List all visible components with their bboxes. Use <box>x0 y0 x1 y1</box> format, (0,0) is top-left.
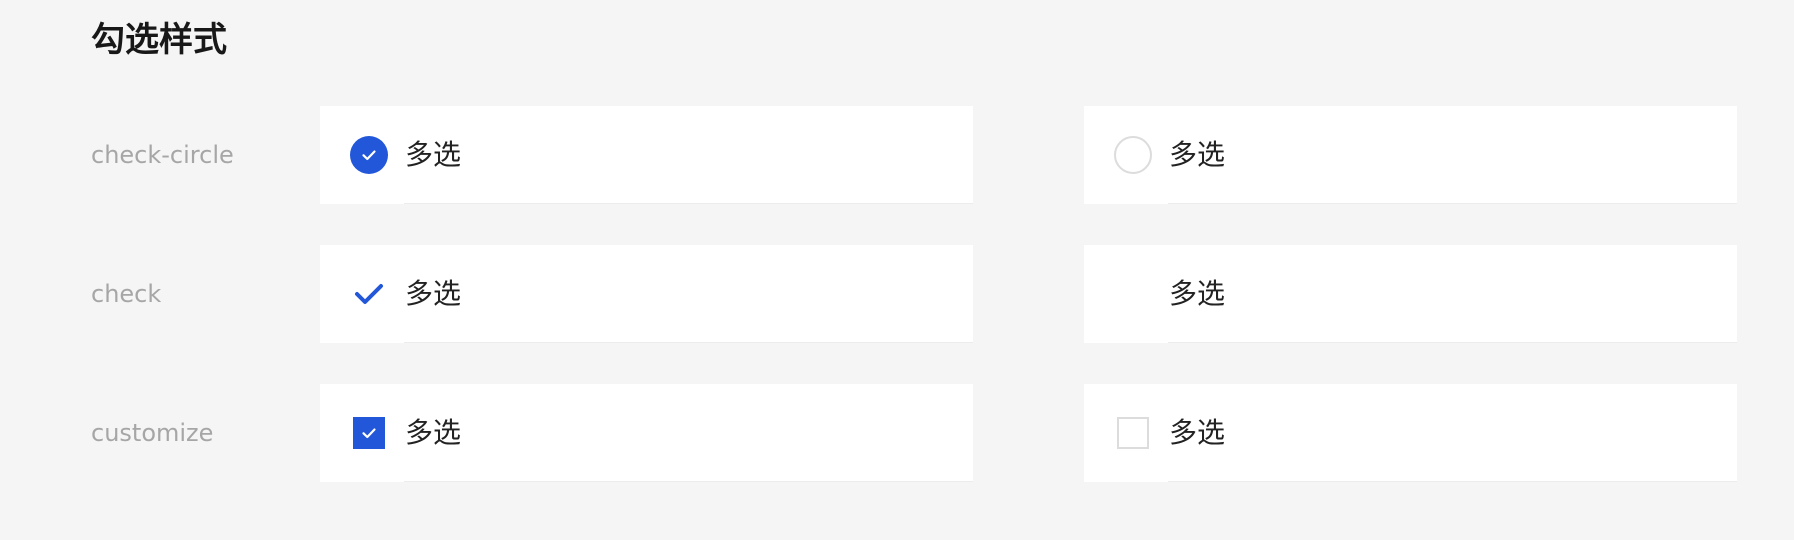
checkbox-option-unchecked[interactable]: 多选 <box>1084 106 1737 204</box>
row-label: check <box>91 280 162 308</box>
divider <box>404 342 973 343</box>
checkbox-row-customize: customize 多选 多选 <box>0 384 1794 482</box>
checkbox-option-checked[interactable]: 多选 <box>320 384 973 482</box>
check-circle-filled-icon <box>350 136 388 174</box>
divider <box>1168 203 1737 204</box>
checkbox-label: 多选 <box>1169 416 1226 449</box>
checkbox-row-check: check 多选 多选 <box>0 245 1794 343</box>
check-square-filled-icon <box>353 417 385 449</box>
checkbox-option-checked[interactable]: 多选 <box>320 106 973 204</box>
checkbox-row-check-circle: check-circle 多选 多选 <box>0 106 1794 204</box>
checkbox-option-unchecked[interactable]: 多选 <box>1084 245 1737 343</box>
checkbox-label: 多选 <box>405 277 462 310</box>
row-label: customize <box>91 419 214 447</box>
checkbox-label: 多选 <box>1169 277 1226 310</box>
checkbox-option-unchecked[interactable]: 多选 <box>1084 384 1737 482</box>
divider <box>404 481 973 482</box>
check-mark-icon <box>355 284 383 304</box>
checkbox-option-checked[interactable]: 多选 <box>320 245 973 343</box>
section-title: 勾选样式 <box>91 20 227 60</box>
square-outline-icon <box>1117 417 1149 449</box>
row-label: check-circle <box>91 141 234 169</box>
circle-outline-icon <box>1114 136 1152 174</box>
checkbox-label: 多选 <box>1169 138 1226 171</box>
divider <box>404 203 973 204</box>
checkbox-label: 多选 <box>405 138 462 171</box>
divider <box>1168 481 1737 482</box>
empty-check-slot <box>1114 275 1152 313</box>
checkbox-label: 多选 <box>405 416 462 449</box>
divider <box>1168 342 1737 343</box>
